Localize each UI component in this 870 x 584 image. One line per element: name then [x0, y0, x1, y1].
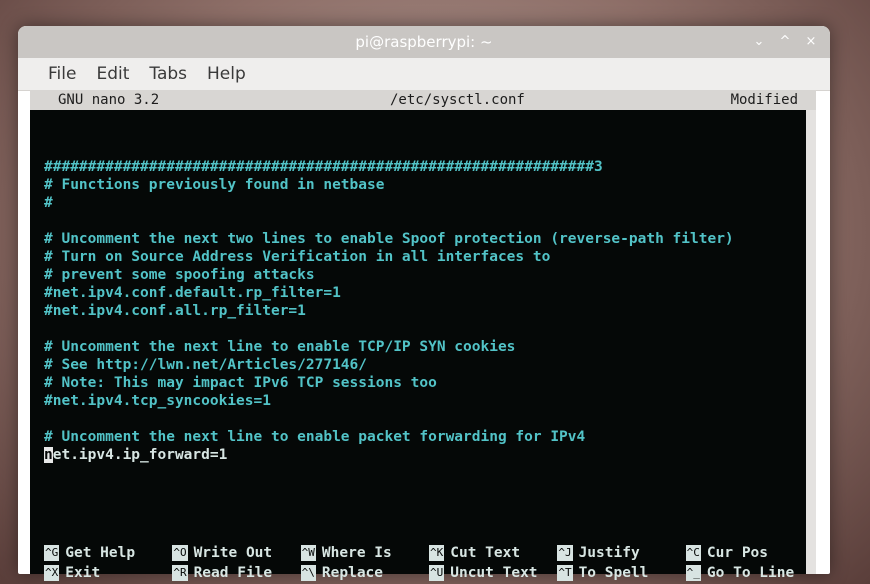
terminal-scrollbar[interactable]: [806, 110, 816, 574]
shortcut-label: Write Out: [193, 545, 273, 561]
shortcut-label: Read File: [193, 565, 273, 581]
shortcut-label: Go To Line: [706, 565, 795, 581]
shortcut-label: Uncut Text: [450, 565, 538, 581]
shortcut-item: ^T To Spell: [557, 564, 685, 582]
terminal-area[interactable]: GNU nano 3.2 /etc/sysctl.conf Modified #…: [30, 90, 816, 581]
close-icon[interactable]: ×: [804, 34, 818, 49]
text-line[interactable]: # Uncomment the next line to enable pack…: [44, 428, 734, 446]
shortcut-key: ^_: [685, 565, 701, 581]
shortcut-label: Cut Text: [450, 545, 521, 561]
shortcut-key: ^C: [685, 545, 701, 561]
shortcut-item: ^U Uncut Text: [428, 564, 557, 582]
window-title: pi@raspberrypi: ~: [355, 33, 493, 51]
shortcut-item: ^O Write Out: [172, 544, 300, 562]
menu-tabs[interactable]: Tabs: [149, 64, 187, 84]
text-line[interactable]: # Uncomment the next two lines to enable…: [44, 230, 734, 248]
shortcut-item: ^X Exit: [44, 564, 172, 582]
shortcut-label: Cur Pos: [706, 545, 769, 561]
shortcut-item: ^K Cut Text: [428, 544, 557, 562]
shortcut-key: ^U: [428, 565, 445, 581]
menu-bar: File Edit Tabs Help: [18, 58, 830, 91]
file-content[interactable]: ########################################…: [44, 158, 734, 464]
title-bar[interactable]: pi@raspberrypi: ~ ⌄ ^ ×: [18, 26, 830, 58]
shortcut-label: Exit: [65, 565, 101, 581]
text-line[interactable]: [44, 212, 734, 230]
file-name: /etc/sysctl.conf: [390, 92, 525, 108]
text-cursor: n: [44, 447, 53, 463]
text-line[interactable]: [44, 320, 734, 338]
shortcut-key: ^J: [557, 545, 573, 561]
maximize-icon[interactable]: ^: [778, 34, 792, 49]
shortcut-item: ^C Cur Pos: [685, 544, 814, 562]
menu-edit[interactable]: Edit: [96, 64, 129, 84]
text-line[interactable]: # Note: This may impact IPv6 TCP session…: [44, 374, 734, 392]
text-line[interactable]: ########################################…: [44, 158, 734, 176]
shortcut-key: ^W: [300, 545, 316, 561]
text-line[interactable]: # prevent some spoofing attacks: [44, 266, 734, 284]
shortcut-label: Replace: [321, 565, 384, 581]
text-line[interactable]: #net.ipv4.tcp_syncookies=1: [44, 392, 734, 410]
minimize-icon[interactable]: ⌄: [752, 34, 766, 49]
menu-help[interactable]: Help: [207, 64, 246, 84]
text-line[interactable]: #net.ipv4.conf.default.rp_filter=1: [44, 284, 734, 302]
shortcut-item: ^J Justify: [557, 544, 685, 562]
shortcut-key: ^R: [172, 565, 188, 581]
shortcut-item: ^_ Go To Line: [685, 564, 814, 582]
shortcut-key: ^\: [300, 565, 316, 581]
nano-version: GNU nano 3.2: [58, 92, 160, 108]
shortcut-label: To Spell: [578, 565, 649, 581]
shortcut-key: ^O: [172, 545, 188, 561]
shortcut-item: ^R Read File: [172, 564, 300, 582]
text-line[interactable]: # See http://lwn.net/Articles/277146/: [44, 356, 734, 374]
shortcut-label: Where Is: [321, 545, 392, 561]
menu-file[interactable]: File: [48, 64, 76, 84]
modified-status: Modified: [730, 92, 798, 108]
text-line[interactable]: # Functions previously found in netbase: [44, 176, 734, 194]
shortcut-label: Justify: [578, 545, 640, 561]
text-line[interactable]: net.ipv4.ip_forward=1: [44, 446, 734, 464]
shortcut-item: ^W Where Is: [300, 544, 429, 562]
text-line[interactable]: #net.ipv4.conf.all.rp_filter=1: [44, 302, 734, 320]
shortcut-key: ^T: [557, 565, 573, 581]
text-line[interactable]: # Uncomment the next line to enable TCP/…: [44, 338, 734, 356]
text-line[interactable]: #: [44, 194, 734, 212]
shortcut-key: ^X: [44, 565, 60, 581]
window-controls: ⌄ ^ ×: [752, 34, 818, 49]
shortcut-key: ^G: [44, 545, 60, 561]
text-line[interactable]: [44, 410, 734, 428]
shortcut-item: ^\ Replace: [300, 564, 429, 582]
text-line[interactable]: # Turn on Source Address Verification in…: [44, 248, 734, 266]
shortcut-label: Get Help: [65, 545, 136, 561]
shortcut-key: ^K: [428, 545, 445, 561]
nano-header: GNU nano 3.2 /etc/sysctl.conf Modified: [30, 90, 816, 110]
line-text: et.ipv4.ip_forward=1: [52, 447, 228, 463]
shortcut-bar: ^G Get Help ^O Write Out ^W Where Is ^K Cut Tex…: [44, 544, 814, 582]
shortcut-item: ^G Get Help: [44, 544, 172, 562]
